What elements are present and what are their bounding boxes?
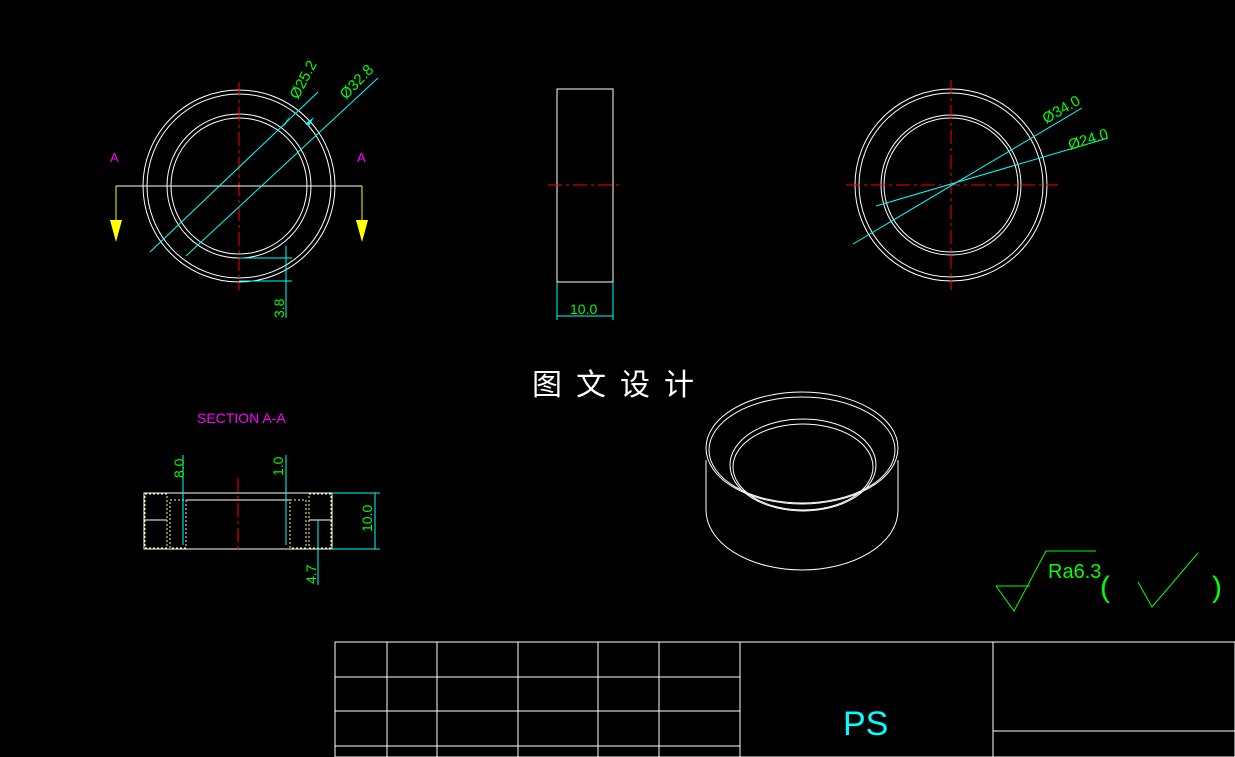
front-dim-inner-dia: Ø25.2 <box>287 58 321 102</box>
iso-top-inner <box>729 418 877 512</box>
side-view <box>548 88 622 320</box>
section-dim-step-label: 1.0 <box>270 456 286 476</box>
title-block-outer <box>334 641 1235 757</box>
section-marker-left: A <box>110 150 119 165</box>
surface-bracket-open: ( <box>1100 571 1110 604</box>
surface-check-small <box>1137 552 1199 608</box>
section-hatch-right-2 <box>289 499 307 549</box>
rear-dim-outer-dia: Ø34.0 <box>1040 92 1084 127</box>
surface-roughness-label: Ra6.3 <box>1048 561 1101 583</box>
front-view <box>110 77 379 318</box>
section-hatch-left-2 <box>169 499 187 549</box>
front-dim-arrow-1 <box>282 116 290 127</box>
front-dim-outer-dia: Ø32.8 <box>337 62 378 103</box>
section-hatch-left <box>144 493 168 549</box>
watermark-text: 图文设计 <box>532 368 708 403</box>
section-arrow-left-head <box>110 220 122 242</box>
isometric-view <box>705 391 899 571</box>
section-dim-depth-label: 8.0 <box>171 458 187 478</box>
section-arrow-right-head <box>356 220 368 242</box>
title-block-ps-label: PS <box>843 705 888 743</box>
title-block <box>334 641 1235 757</box>
section-hatch-right <box>308 493 332 549</box>
surface-bracket-close: ) <box>1212 571 1222 604</box>
section-dim-height-label: 10.0 <box>359 505 375 532</box>
side-dim-thickness: 10.0 <box>570 301 597 317</box>
section-title: SECTION A-A <box>197 410 286 426</box>
section-marker-right: A <box>357 150 366 165</box>
rear-dim-inner-dia: Ø24.0 <box>1066 126 1110 154</box>
section-dim-bottom-label: 4.7 <box>303 564 319 584</box>
front-dim-wall: 3.8 <box>271 298 287 318</box>
rear-dim-leader-outer <box>852 107 1083 245</box>
